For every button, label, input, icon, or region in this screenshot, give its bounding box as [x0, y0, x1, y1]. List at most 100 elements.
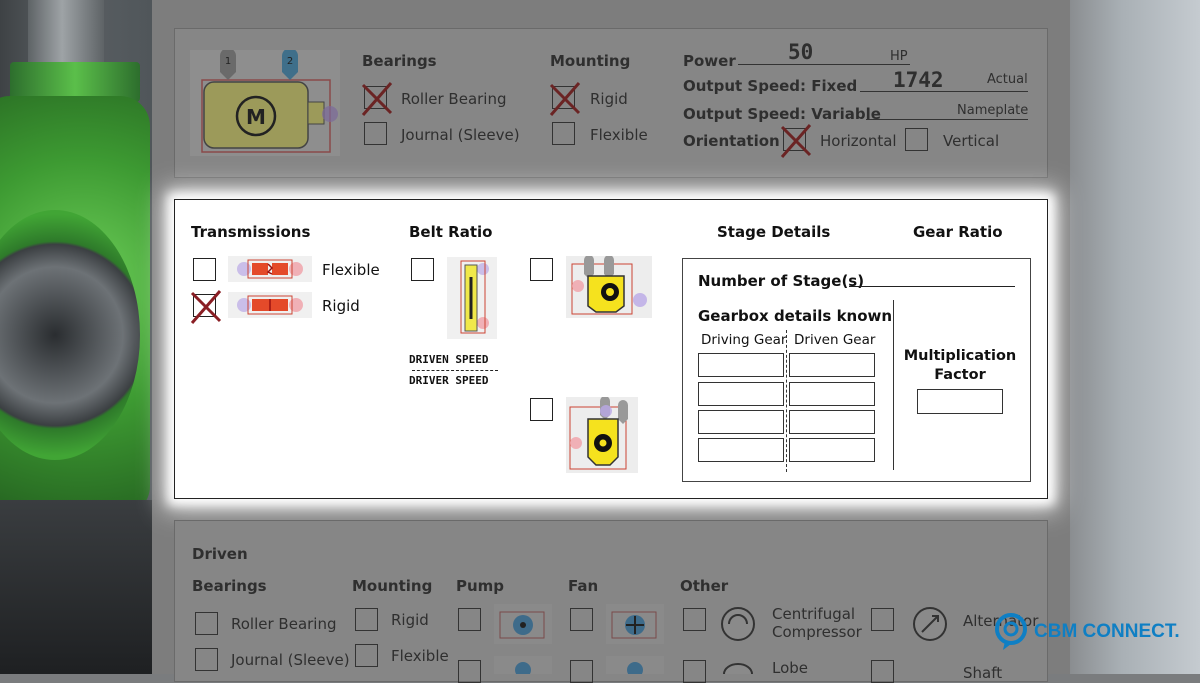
- output-speed-fixed-value[interactable]: 1742: [893, 68, 944, 92]
- horizontal-label: Horizontal: [820, 132, 897, 150]
- pin-label-1: 1: [225, 56, 231, 67]
- gear-column-divider: [786, 330, 787, 472]
- gear-ratio-divider: [893, 300, 894, 470]
- pump-background-image: [0, 0, 152, 674]
- gearbox-right-angle-icon: [566, 397, 638, 473]
- check-x-icon: [190, 290, 222, 324]
- power-underline: [738, 64, 910, 65]
- ratio-numerator: DRIVEN SPEED: [409, 353, 489, 366]
- transmissions-title: Transmissions: [191, 223, 311, 241]
- driving-gear-input[interactable]: [698, 438, 784, 462]
- vertical-label: Vertical: [943, 132, 1000, 150]
- bearings-title: Bearings: [362, 52, 437, 70]
- orientation-label: Orientation: [683, 132, 780, 150]
- alternator-icon: [913, 607, 947, 641]
- vertical-checkbox[interactable]: [905, 128, 928, 151]
- gear-ratio-title: Gear Ratio: [913, 223, 1003, 241]
- wall-background: [1070, 0, 1200, 674]
- roller-bearing-checkbox[interactable]: [361, 82, 393, 116]
- output-speed-variable-underline: [866, 119, 1028, 120]
- driven-title: Driven: [192, 545, 248, 563]
- fan-title: Fan: [568, 577, 599, 595]
- gearbox-parallel-icon: [566, 256, 652, 318]
- pump-icon: [494, 604, 552, 644]
- driven-rigid-checkbox[interactable]: [355, 608, 378, 631]
- centrifugal-compressor-label: Centrifugal Compressor: [772, 605, 862, 641]
- driven-flexible-checkbox[interactable]: [355, 644, 378, 667]
- flexible-coupling-label: Flexible: [322, 261, 380, 279]
- power-value[interactable]: 50: [788, 40, 813, 64]
- flexible-mount-label: Flexible: [590, 126, 648, 144]
- power-unit: HP: [890, 49, 908, 64]
- compressor-icon: [721, 607, 755, 641]
- driven-gear-input[interactable]: [789, 382, 875, 406]
- journal-sleeve-label: Journal (Sleeve): [401, 126, 520, 144]
- fan-checkbox[interactable]: [570, 608, 593, 631]
- driving-gear-label: Driving Gear: [701, 332, 787, 348]
- rigid-coupling-checkbox[interactable]: [190, 290, 222, 324]
- driven-gear-input[interactable]: [789, 353, 875, 377]
- rigid-mount-checkbox[interactable]: [549, 82, 581, 116]
- output-speed-fixed-label: Output Speed: Fixed: [683, 77, 858, 95]
- other-title: Other: [680, 577, 729, 595]
- check-x-icon: [549, 82, 581, 116]
- motor-letter: M: [246, 105, 266, 129]
- horizontal-checkbox[interactable]: [780, 124, 812, 158]
- lobe-label: Lobe: [772, 659, 809, 677]
- number-of-stages-input[interactable]: [849, 286, 1015, 287]
- multiplication-factor-input[interactable]: [917, 389, 1003, 414]
- flexible-mount-checkbox[interactable]: [552, 122, 575, 145]
- output-speed-fixed-unit: Actual: [987, 72, 1028, 87]
- lobe-checkbox[interactable]: [683, 660, 706, 683]
- driven-roller-bearing-checkbox[interactable]: [195, 612, 218, 635]
- driven-flexible-label: Flexible: [391, 647, 449, 665]
- driven-gear-input[interactable]: [789, 410, 875, 434]
- flexible-coupling-checkbox[interactable]: [193, 258, 216, 281]
- driving-gear-input[interactable]: [698, 382, 784, 406]
- shaft-label: Shaft: [963, 664, 1003, 682]
- rigid-coupling-label: Rigid: [322, 297, 360, 315]
- output-speed-variable-unit: Nameplate: [957, 103, 1029, 118]
- power-label: Power: [683, 52, 736, 70]
- pump-title: Pump: [456, 577, 505, 595]
- stage-details-title: Stage Details: [717, 223, 831, 241]
- fan-icon: [606, 656, 664, 674]
- driven-gear-label: Driven Gear: [794, 332, 876, 348]
- driving-gear-input[interactable]: [698, 353, 784, 377]
- driven-gear-input[interactable]: [789, 438, 875, 462]
- brand-name: CBM CONNECT.: [1034, 621, 1180, 642]
- roller-bearing-label: Roller Bearing: [401, 90, 507, 108]
- driven-journal-checkbox[interactable]: [195, 648, 218, 671]
- lobe-icon: [723, 663, 753, 674]
- shaft-checkbox[interactable]: [871, 660, 894, 683]
- driving-gear-input[interactable]: [698, 410, 784, 434]
- fan-checkbox[interactable]: [570, 660, 593, 683]
- gearbox-known-label: Gearbox details known: [698, 307, 893, 325]
- driven-roller-bearing-label: Roller Bearing: [231, 615, 337, 633]
- brand-speech-bubble-icon: [995, 613, 1027, 650]
- driven-journal-label: Journal (Sleeve): [231, 651, 350, 669]
- pump-checkbox[interactable]: [458, 608, 481, 631]
- belt-drive-checkbox[interactable]: [411, 258, 434, 281]
- mounting-title: Mounting: [550, 52, 631, 70]
- check-x-icon: [780, 124, 812, 158]
- centrifugal-compressor-checkbox[interactable]: [683, 608, 706, 631]
- driven-bearings-title: Bearings: [192, 577, 267, 595]
- ratio-denominator: DRIVER SPEED: [409, 374, 489, 387]
- flexible-coupling-icon: [228, 256, 312, 282]
- check-x-icon: [361, 82, 393, 116]
- belt-ratio-title: Belt Ratio: [409, 223, 493, 241]
- journal-sleeve-checkbox[interactable]: [364, 122, 387, 145]
- pump-checkbox[interactable]: [458, 660, 481, 683]
- driven-rigid-label: Rigid: [391, 611, 429, 629]
- number-of-stages-label: Number of Stage(s): [698, 272, 865, 290]
- ratio-divider: [412, 370, 498, 371]
- alternator-checkbox[interactable]: [871, 608, 894, 631]
- gearbox-right-angle-checkbox[interactable]: [530, 398, 553, 421]
- driven-mounting-title: Mounting: [352, 577, 433, 595]
- pump-base: [0, 500, 152, 674]
- gearbox-parallel-checkbox[interactable]: [530, 258, 553, 281]
- motor-diagram-icon: 1 2 M: [190, 50, 340, 156]
- rigid-coupling-icon: [228, 292, 312, 318]
- rigid-mount-label: Rigid: [590, 90, 628, 108]
